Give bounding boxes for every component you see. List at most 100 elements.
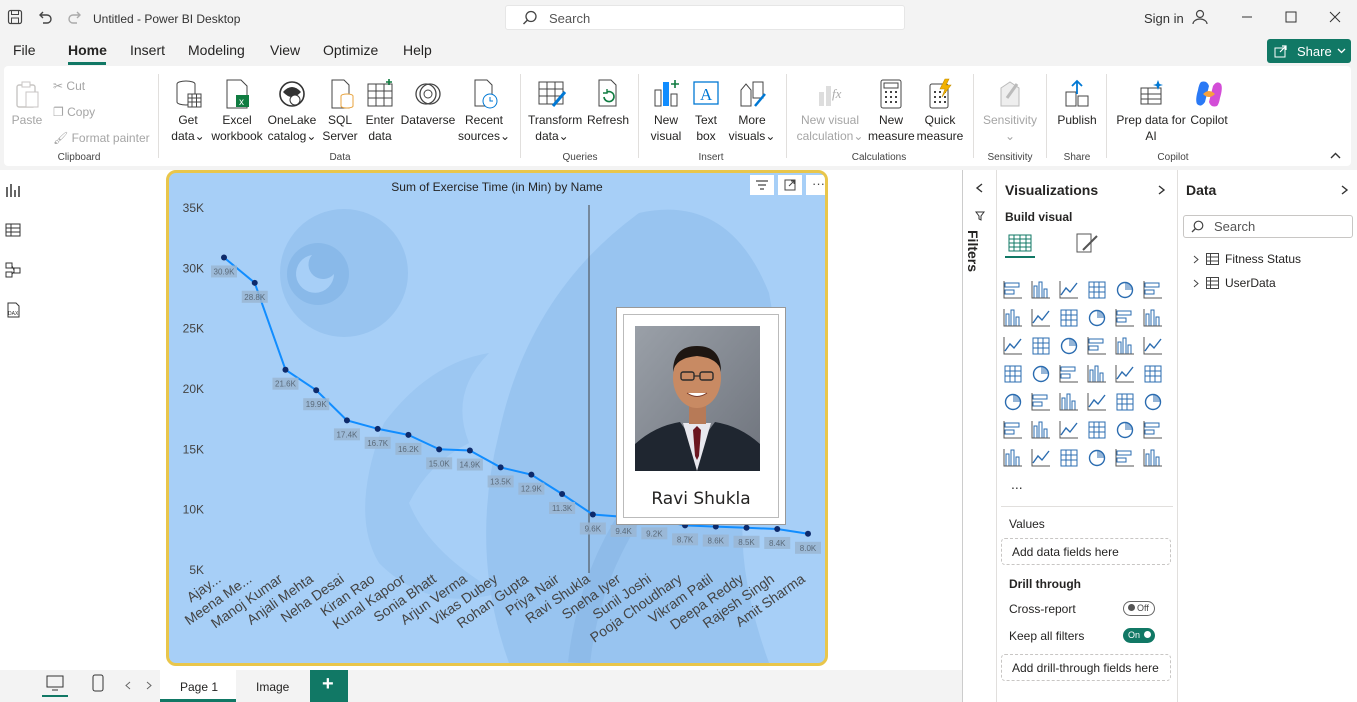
viz-pie-icon[interactable]: [1115, 336, 1135, 356]
viz-paginated-report-icon[interactable]: [1143, 420, 1163, 440]
viz-slicer-icon[interactable]: [1059, 392, 1079, 412]
menu-modeling[interactable]: Modeling: [188, 42, 245, 58]
viz-funnel-like-icon[interactable]: [1031, 336, 1051, 356]
drill-through-well[interactable]: Add drill-through fields here: [1001, 654, 1171, 681]
paste-button[interactable]: Paste: [10, 80, 44, 128]
viz-power-automate-icon[interactable]: [1031, 448, 1051, 468]
viz-line-icon[interactable]: [1003, 308, 1023, 328]
viz-scatter-icon[interactable]: [1087, 336, 1107, 356]
get-data-button[interactable]: Get data⌄: [166, 78, 210, 144]
desktop-layout-icon[interactable]: [46, 675, 64, 691]
data-point[interactable]: [251, 279, 258, 286]
viz-key-influencers-icon[interactable]: [1031, 420, 1051, 440]
viz-treemap-icon[interactable]: [1003, 364, 1023, 384]
excel-workbook-button[interactable]: x Excel workbook: [208, 78, 266, 144]
data-point[interactable]: [805, 530, 811, 537]
more-options-button[interactable]: ···: [806, 175, 825, 195]
viz-100-stacked-column-icon[interactable]: [1143, 280, 1163, 300]
cut-button[interactable]: ✂ Cut: [53, 79, 85, 93]
viz-azure-map-icon[interactable]: [1087, 364, 1107, 384]
viz-kpi-icon[interactable]: [1031, 392, 1051, 412]
save-icon[interactable]: [7, 9, 23, 25]
menu-view[interactable]: View: [270, 42, 300, 58]
report-view-icon[interactable]: [5, 182, 21, 198]
viz-decomposition-tree-icon[interactable]: [1059, 420, 1079, 440]
menu-optimize[interactable]: Optimize: [323, 42, 378, 58]
menu-file[interactable]: File: [13, 42, 36, 58]
page-tab-image[interactable]: Image: [236, 670, 308, 702]
quick-measure-button[interactable]: Quick measure: [916, 78, 964, 144]
dataverse-button[interactable]: Dataverse: [400, 78, 456, 128]
viz-line-clustered-column-icon[interactable]: [1143, 308, 1163, 328]
viz-stacked-bar-icon[interactable]: [1003, 280, 1023, 300]
viz-stacked-column-icon[interactable]: [1031, 280, 1051, 300]
viz-ribbon-icon[interactable]: [1087, 308, 1107, 328]
new-visual-button[interactable]: New visual: [646, 78, 686, 144]
recent-sources-button[interactable]: Recent sources⌄: [457, 78, 511, 144]
maximize-icon[interactable]: [1285, 11, 1297, 23]
page-tab-page1[interactable]: Page 1: [160, 670, 236, 702]
menu-home[interactable]: Home: [68, 42, 107, 58]
close-icon[interactable]: [1329, 11, 1341, 23]
onelake-catalog-button[interactable]: OneLake catalog⌄: [266, 78, 318, 144]
add-page-button[interactable]: +: [310, 670, 348, 702]
search-box[interactable]: Search: [505, 5, 905, 30]
viz-area-icon[interactable]: [1031, 308, 1051, 328]
viz-filled-map-icon[interactable]: [1059, 364, 1079, 384]
data-search-input[interactable]: Search: [1183, 215, 1353, 238]
collapse-data-pane-icon[interactable]: [1341, 185, 1349, 195]
data-point[interactable]: [313, 387, 320, 394]
viz-funnel-icon[interactable]: [1059, 336, 1079, 356]
viz-table-icon[interactable]: [1087, 392, 1107, 412]
new-measure-button[interactable]: New measure: [868, 78, 915, 144]
more-visuals-button[interactable]: More visuals⌄: [728, 78, 776, 144]
data-point[interactable]: [221, 254, 227, 261]
viz-gauge-icon[interactable]: [1115, 364, 1135, 384]
viz-clustered-column-icon[interactable]: [1087, 280, 1107, 300]
menu-insert[interactable]: Insert: [130, 42, 165, 58]
dax-query-view-icon[interactable]: DAX: [5, 302, 21, 318]
build-visual-tab[interactable]: [1005, 228, 1035, 258]
model-view-icon[interactable]: [5, 262, 21, 278]
viz-chevrons-icon[interactable]: [1143, 448, 1163, 468]
new-visual-calculation-button[interactable]: fx New visual calculation⌄: [794, 78, 866, 144]
viz-donut-icon[interactable]: [1143, 336, 1163, 356]
viz-clustered-bar-icon[interactable]: [1059, 280, 1079, 300]
minimize-icon[interactable]: [1241, 11, 1253, 23]
undo-icon[interactable]: [37, 9, 53, 25]
viz-diamond-icon[interactable]: [1115, 448, 1135, 468]
viz-stacked-area-icon[interactable]: [1059, 308, 1079, 328]
prep-data-for-ai-button[interactable]: Prep data for AI: [1114, 78, 1188, 144]
user-icon[interactable]: [1191, 8, 1209, 26]
viz-metrics-icon[interactable]: [1059, 448, 1079, 468]
values-well[interactable]: Add data fields here: [1001, 538, 1171, 565]
data-point[interactable]: [374, 425, 381, 432]
focus-mode-button[interactable]: [778, 175, 802, 195]
format-visual-icon[interactable]: [1073, 230, 1101, 256]
more-visuals-ellipsis[interactable]: ...: [1011, 476, 1023, 492]
viz-qa-icon[interactable]: [1087, 420, 1107, 440]
publish-button[interactable]: Publish: [1054, 78, 1100, 128]
viz-multi-row-card-icon[interactable]: [1003, 392, 1023, 412]
viz-100-stacked-bar-icon[interactable]: [1115, 280, 1135, 300]
viz-r-visual-icon[interactable]: [1143, 392, 1163, 412]
signin-link[interactable]: Sign in: [1144, 11, 1184, 26]
viz-line-stacked-column-icon[interactable]: [1003, 336, 1023, 356]
data-point[interactable]: [405, 431, 412, 438]
sensitivity-button[interactable]: Sensitivity ⌄: [980, 78, 1040, 144]
viz-map-icon[interactable]: [1031, 364, 1051, 384]
refresh-button[interactable]: Refresh: [586, 78, 630, 128]
data-point[interactable]: [589, 511, 596, 518]
next-page-icon[interactable]: [146, 681, 152, 690]
redo-icon[interactable]: [67, 9, 83, 25]
viz-card-icon[interactable]: [1143, 364, 1163, 384]
viz-waterfall-icon[interactable]: [1115, 308, 1135, 328]
table-view-icon[interactable]: [5, 222, 21, 238]
copy-button[interactable]: ❐ Copy: [53, 105, 95, 119]
copilot-button[interactable]: Copilot: [1188, 78, 1230, 128]
previous-page-icon[interactable]: [125, 681, 131, 690]
menu-help[interactable]: Help: [403, 42, 432, 58]
sql-server-button[interactable]: SQL Server: [320, 78, 360, 144]
filter-visual-button[interactable]: [750, 175, 774, 195]
format-painter-button[interactable]: 🖌 Format painter: [53, 131, 150, 145]
